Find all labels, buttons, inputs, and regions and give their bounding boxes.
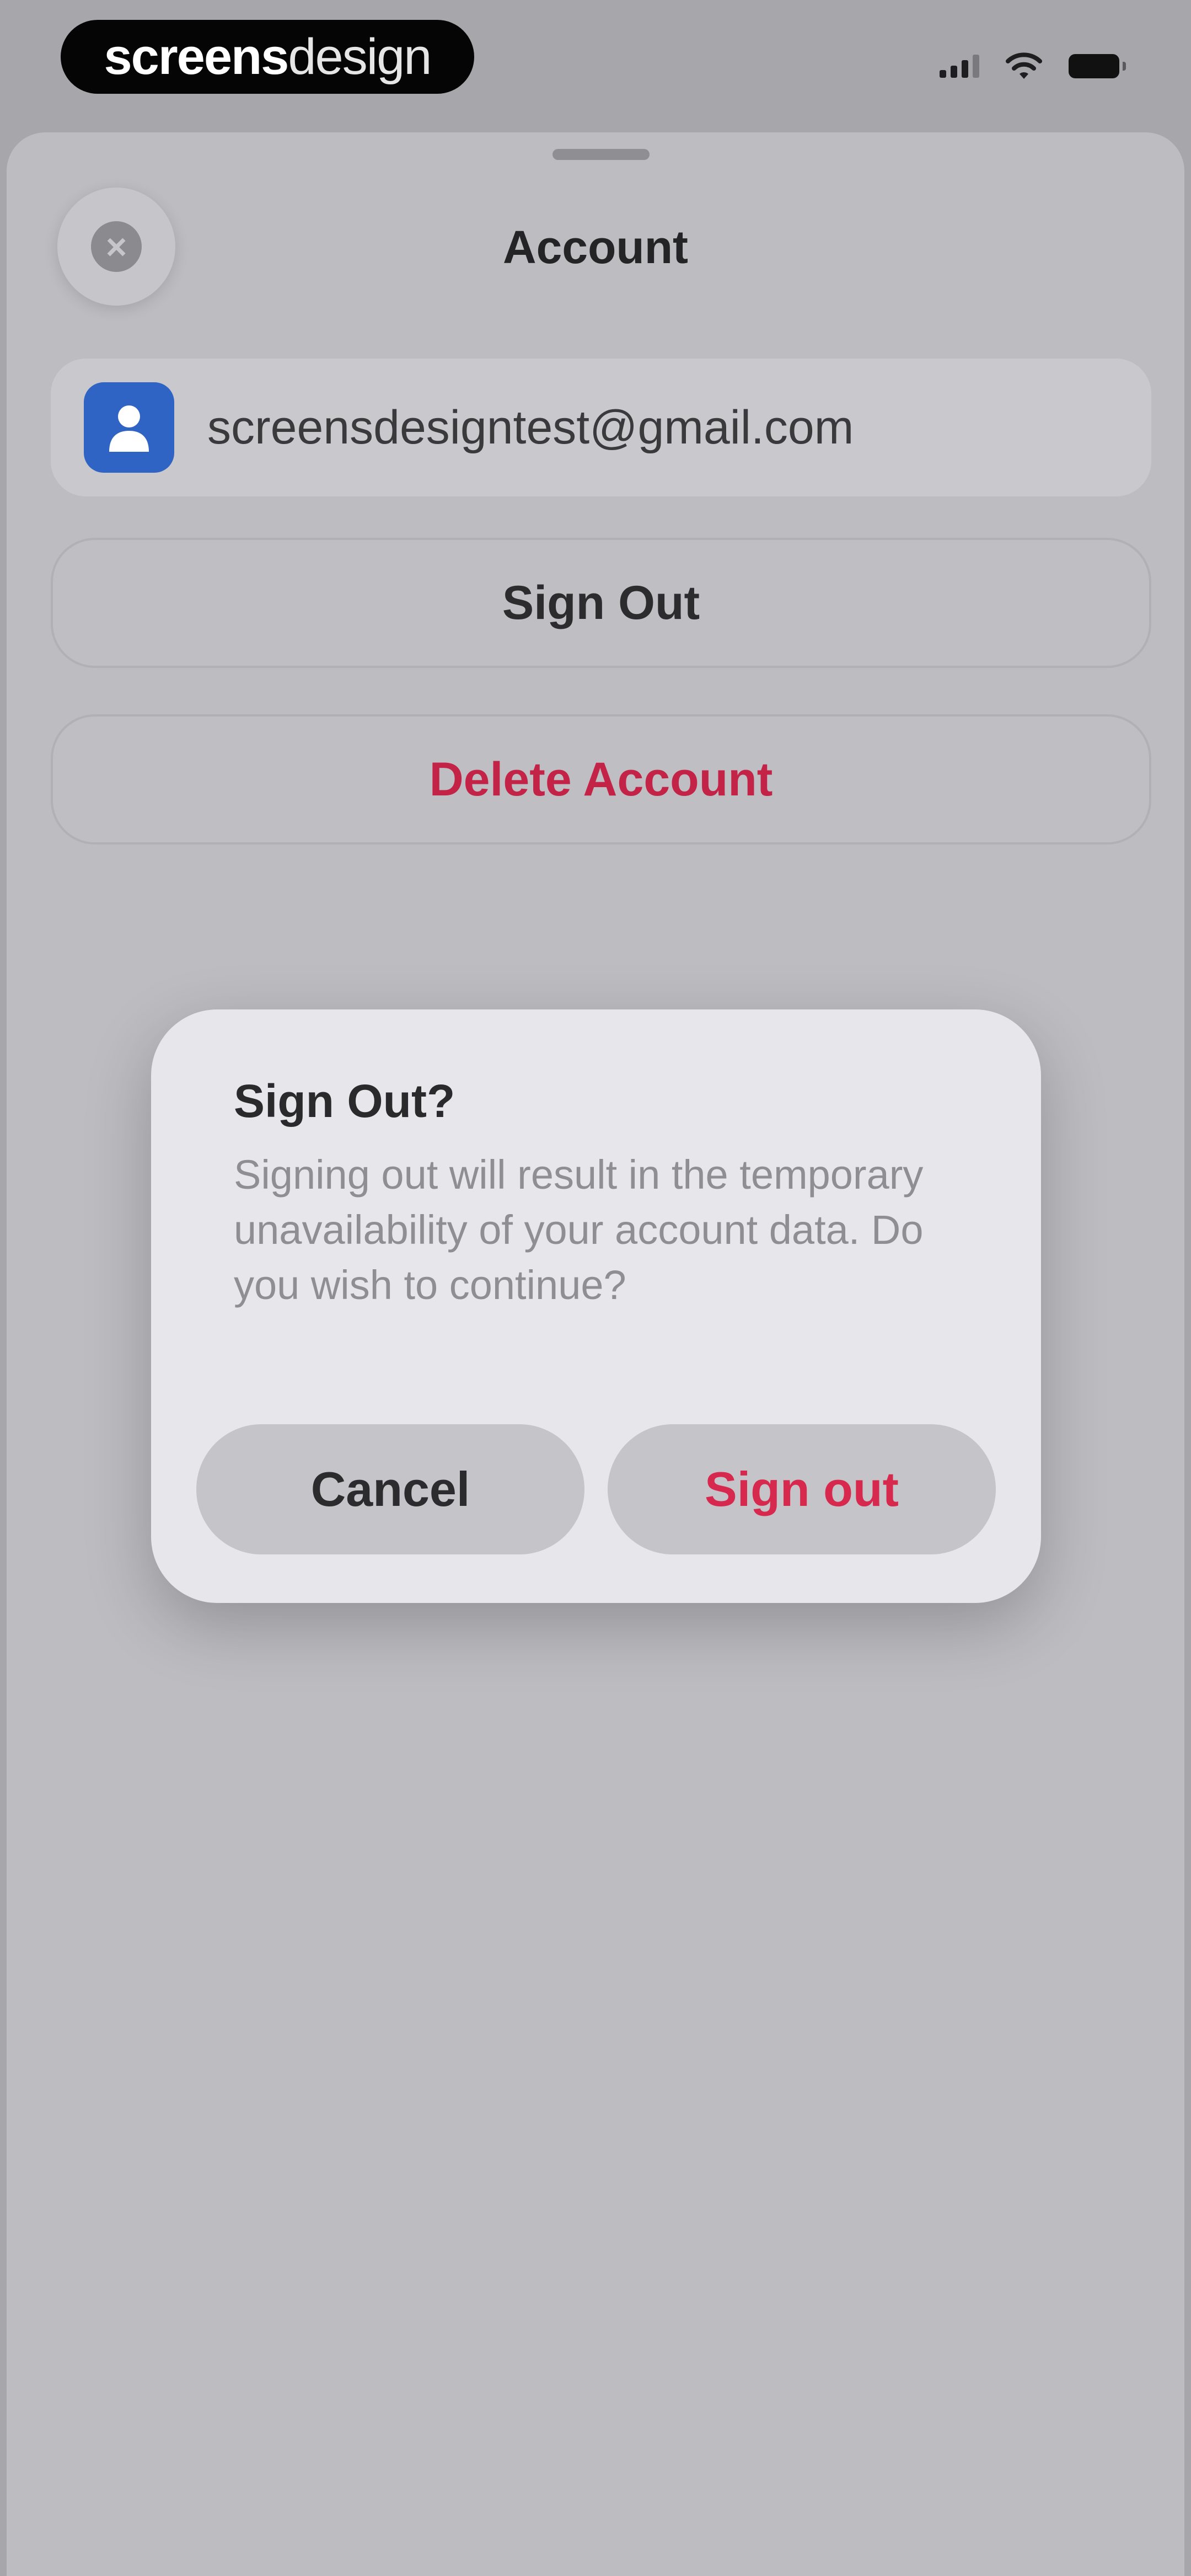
sheet-grabber[interactable]	[552, 149, 650, 160]
delete-account-button[interactable]: Delete Account	[51, 714, 1151, 845]
sign-out-button[interactable]: Sign Out	[51, 538, 1151, 668]
cancel-button[interactable]: Cancel	[196, 1424, 584, 1554]
battery-icon	[1069, 54, 1126, 78]
alert-title: Sign Out?	[234, 1075, 455, 1127]
page-title: Account	[503, 221, 688, 273]
alert-message: Signing out will result in the temporary…	[234, 1152, 924, 1308]
status-icons	[940, 52, 1126, 80]
status-bar: screens design	[0, 0, 1191, 127]
account-email: screensdesigntest@gmail.com	[207, 400, 854, 454]
brand-logo-bold: screens	[104, 28, 289, 85]
brand-logo-light: design	[288, 28, 432, 85]
person-icon	[109, 405, 149, 452]
cellular-signal-icon	[940, 55, 979, 78]
account-email-row: screensdesigntest@gmail.com	[51, 359, 1151, 496]
avatar	[84, 382, 174, 473]
confirm-sign-out-button[interactable]: Sign out	[608, 1424, 996, 1554]
brand-logo: screens design	[61, 20, 474, 94]
wifi-icon	[1006, 52, 1042, 79]
sign-out-alert: Sign Out? Signing out will result in the…	[151, 1009, 1041, 1603]
